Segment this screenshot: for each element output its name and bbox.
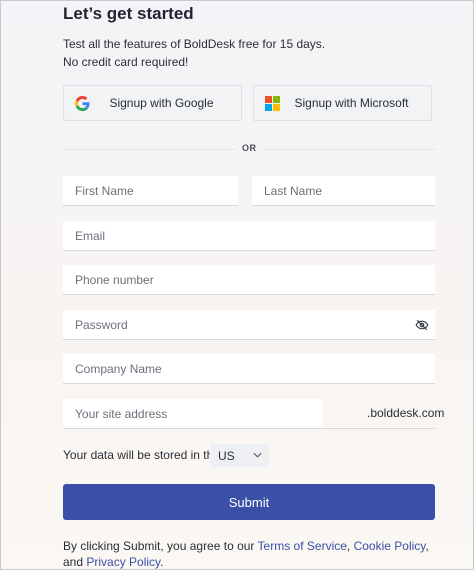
company-field-wrapper bbox=[63, 354, 435, 384]
signup-google-label: Signup with Google bbox=[109, 96, 214, 110]
first-name-field-wrapper bbox=[63, 176, 238, 206]
last-name-field-wrapper bbox=[252, 176, 435, 206]
site-address-input[interactable] bbox=[63, 399, 323, 429]
submit-button[interactable]: Submit bbox=[63, 484, 435, 520]
chevron-down-icon bbox=[253, 452, 262, 458]
phone-field-wrapper bbox=[63, 265, 435, 295]
legal-separator: , bbox=[346, 539, 354, 553]
first-name-input[interactable] bbox=[63, 176, 238, 205]
cookie-policy-link[interactable]: Cookie Policy bbox=[354, 539, 426, 553]
or-divider-text: OR bbox=[236, 143, 263, 153]
region-select[interactable]: US bbox=[210, 444, 269, 467]
password-input[interactable] bbox=[63, 310, 435, 339]
legal-prefix: By clicking Submit, you agree to our bbox=[63, 539, 258, 553]
signup-microsoft-label: Signup with Microsoft bbox=[294, 96, 409, 110]
eye-slash-icon[interactable] bbox=[415, 318, 429, 332]
page-title: Let’s get started bbox=[63, 4, 194, 23]
legal-and: and bbox=[63, 555, 87, 569]
subtitle-line-2: No credit card required! bbox=[63, 55, 189, 69]
data-storage-label: Your data will be stored in the bbox=[63, 448, 220, 462]
google-logo-icon bbox=[75, 96, 90, 111]
signup-microsoft-button[interactable]: Signup with Microsoft bbox=[253, 85, 432, 121]
phone-input[interactable] bbox=[63, 265, 435, 294]
microsoft-logo-icon bbox=[265, 96, 280, 111]
domain-suffix: .bolddesk.com bbox=[367, 406, 445, 420]
legal-text-line-2: and Privacy Policy. bbox=[63, 555, 164, 569]
site-address-underline bbox=[63, 428, 435, 429]
last-name-input[interactable] bbox=[252, 176, 435, 205]
region-select-value: US bbox=[218, 448, 235, 463]
subtitle-line-1: Test all the features of BoldDesk free f… bbox=[63, 37, 326, 51]
password-field-wrapper bbox=[63, 310, 435, 340]
privacy-policy-link[interactable]: Privacy Policy bbox=[86, 555, 160, 569]
email-field-wrapper bbox=[63, 221, 435, 251]
legal-text-line-1: By clicking Submit, you agree to our Ter… bbox=[63, 539, 429, 553]
email-input[interactable] bbox=[63, 221, 435, 250]
site-address-field-wrapper bbox=[63, 399, 323, 429]
legal-comma: , bbox=[425, 539, 429, 553]
legal-period: . bbox=[160, 555, 164, 569]
terms-of-service-link[interactable]: Terms of Service bbox=[258, 539, 347, 553]
signup-google-button[interactable]: Signup with Google bbox=[63, 85, 242, 121]
company-name-input[interactable] bbox=[63, 354, 435, 383]
